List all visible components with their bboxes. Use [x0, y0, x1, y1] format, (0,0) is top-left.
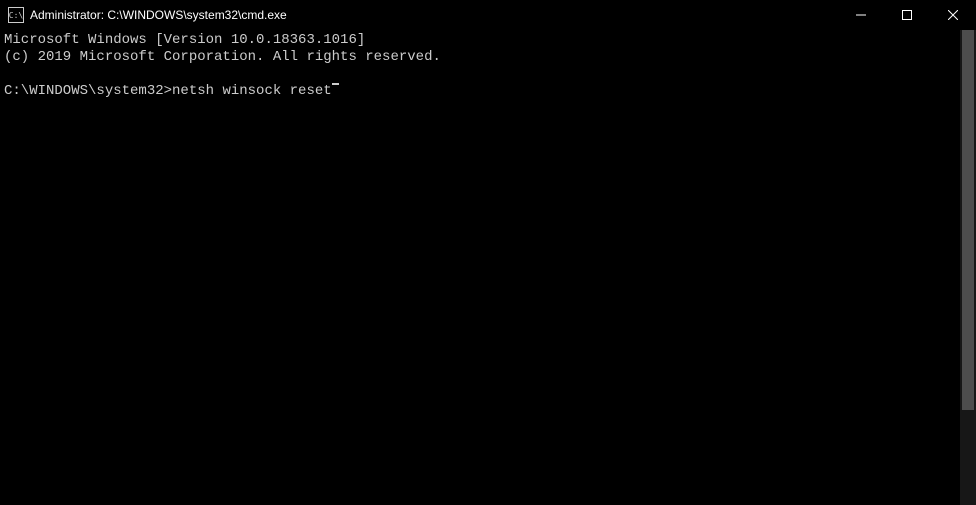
prompt-text: C:\WINDOWS\system32>	[4, 83, 172, 100]
close-button[interactable]	[930, 0, 976, 30]
copyright-line: (c) 2019 Microsoft Corporation. All righ…	[4, 49, 441, 65]
cmd-icon-text: C:\	[9, 11, 23, 20]
window-controls	[838, 0, 976, 30]
command-input[interactable]: netsh winsock reset	[172, 83, 332, 100]
cmd-icon: C:\	[8, 7, 24, 23]
maximize-button[interactable]	[884, 0, 930, 30]
window-title: Administrator: C:\WINDOWS\system32\cmd.e…	[30, 8, 838, 22]
terminal-area: Microsoft Windows [Version 10.0.18363.10…	[0, 30, 976, 505]
version-line: Microsoft Windows [Version 10.0.18363.10…	[4, 32, 365, 48]
scrollbar-thumb[interactable]	[962, 30, 974, 410]
maximize-icon	[902, 10, 912, 20]
scrollbar-vertical[interactable]	[960, 30, 976, 505]
window-titlebar: C:\ Administrator: C:\WINDOWS\system32\c…	[0, 0, 976, 30]
minimize-button[interactable]	[838, 0, 884, 30]
close-icon	[948, 10, 958, 20]
minimize-icon	[856, 10, 866, 20]
terminal-content[interactable]: Microsoft Windows [Version 10.0.18363.10…	[0, 30, 960, 505]
cursor	[332, 83, 339, 85]
